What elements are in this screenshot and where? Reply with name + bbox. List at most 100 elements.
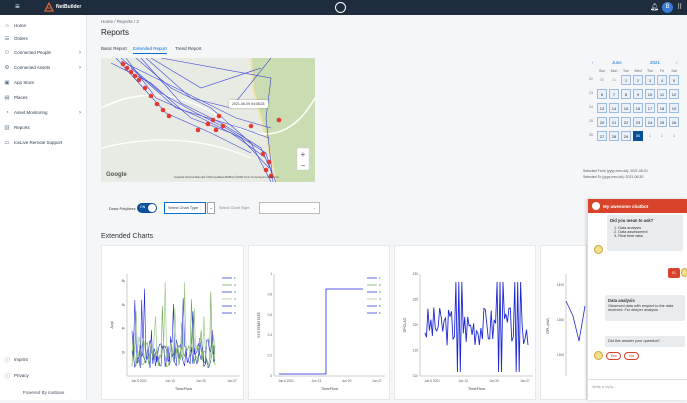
calendar-day[interactable]: 3 <box>669 131 679 141</box>
breadcrumb[interactable]: Home / Reports / 3 <box>101 19 139 24</box>
calendar-month[interactable]: June <box>612 60 622 65</box>
tab-trend-report[interactable]: Trend Report <box>175 46 201 51</box>
y-tick-label: 0.8 <box>268 292 273 296</box>
calendar-day[interactable]: 25 <box>657 117 667 127</box>
calendar-day[interactable]: 30 <box>597 75 607 85</box>
calendar-day[interactable]: 22 <box>621 117 631 127</box>
sidebar-item-connected-people[interactable]: ⚇ Connected People › <box>0 47 87 58</box>
zoom-in-button[interactable] <box>297 148 309 159</box>
sidebar-item-orders[interactable]: ☰ Orders <box>0 33 87 44</box>
calendar-day[interactable]: 17 <box>645 103 655 113</box>
calendar-day[interactable]: 28 <box>609 131 619 141</box>
selected-from: Selected From (yyyy-mm-dd): 2021-06-01 <box>583 169 648 173</box>
draw-polylines-toggle[interactable]: ON <box>137 203 157 213</box>
calendar-day[interactable]: 9 <box>633 89 643 99</box>
calendar-day[interactable]: 16 <box>633 103 643 113</box>
tab-basic-report[interactable]: Basic Report <box>101 46 127 51</box>
footer-link-label: Privacy <box>14 373 29 378</box>
sidebar-item-app-store[interactable]: ▣ App Store <box>0 77 87 88</box>
chatbot-no-button[interactable]: No <box>624 352 639 360</box>
apps-grid-icon[interactable]: ⠿ <box>677 3 682 11</box>
chatbot-answer-bubble: Data analysis Observed data with respect… <box>605 295 685 321</box>
monitoring-icon: ◔ <box>5 109 9 116</box>
calendar-day[interactable]: 13 <box>597 103 607 113</box>
draw-polylines-label: Draw Polylines <box>109 206 136 211</box>
tab-extended-report[interactable]: Extended Report <box>133 46 167 54</box>
calendar-day[interactable]: 26 <box>669 117 679 127</box>
calendar-day[interactable]: 15 <box>621 103 631 113</box>
sidebar-item-label: App Store <box>14 80 35 85</box>
chevron-down-icon: ⌄ <box>312 205 316 210</box>
calendar-day[interactable]: 19 <box>669 103 679 113</box>
chart-style-label: Select Chart Style: <box>219 206 251 210</box>
calendar-day[interactable]: 24 <box>645 117 655 127</box>
sidebar-item-connected-assets[interactable]: ⚙ Connected Assets › <box>0 62 87 73</box>
y-tick-label: 0.4 <box>268 333 273 337</box>
week-number: 26 <box>589 133 593 137</box>
calendar-prev-icon[interactable]: ‹ <box>592 60 594 65</box>
chart-style-select[interactable]: ⌄ <box>259 202 320 214</box>
calendar-day[interactable]: 14 <box>609 103 619 113</box>
calendar-day[interactable]: 1 <box>621 75 631 85</box>
user-avatar[interactable]: B <box>662 2 673 13</box>
week-number: 23 <box>589 91 593 95</box>
calendar-day[interactable]: 30 <box>633 131 643 141</box>
y-tick-label: 0 <box>270 374 272 378</box>
calendar-day[interactable]: 4 <box>657 75 667 85</box>
x-axis-title: TimeFlow <box>321 386 338 391</box>
calendar-next-icon[interactable]: › <box>676 60 678 65</box>
sidebar-item-reports[interactable]: ▥ Reports <box>0 122 87 133</box>
reports-icon: ▥ <box>4 124 10 131</box>
chart-avgi: 2k 4k 6k 8k Jun 6 2021 Jun 13 Jun 20 Jun 27 Time… <box>110 274 240 391</box>
calendar-day[interactable]: 23 <box>633 117 643 127</box>
chart-gpl: 1300 1350 1400 GPL (kW) <box>546 274 586 376</box>
calendar-day[interactable]: 27 <box>597 131 607 141</box>
calendar-day[interactable]: 3 <box>645 75 655 85</box>
calendar-day[interactable]: 2 <box>633 75 643 85</box>
sidebar-item-asset-monitoring[interactable]: ◔ Asset Monitoring › <box>0 107 87 118</box>
legend-entry: 6 <box>379 311 381 315</box>
x-tick-label: Jun 6 2021 <box>278 379 294 383</box>
weekday-label: Fri <box>659 69 665 73</box>
date-range-calendar[interactable]: ‹ June 2021 › Sun Mon Tue Wed Thu Fri Sat 22 30… <box>586 58 684 158</box>
calendar-day[interactable]: 7 <box>609 89 619 99</box>
home-icon: ⌂ <box>5 22 9 29</box>
calendar-day[interactable]: 8 <box>621 89 631 99</box>
chatbot-input[interactable]: Write a reply... <box>588 379 687 400</box>
route-map[interactable]: + − Keyboard shortcuts Map data ©2021 Ge… <box>101 58 315 182</box>
calendar-day[interactable]: 11 <box>657 89 667 99</box>
map-canvas[interactable]: + − <box>101 58 315 182</box>
support-icon: ▭ <box>4 139 10 146</box>
calendar-day[interactable]: 5 <box>669 75 679 85</box>
calendar-day[interactable]: 10 <box>645 89 655 99</box>
y-tick-label: 0.2 <box>268 354 273 358</box>
calendar-day[interactable]: 29 <box>621 131 631 141</box>
chatbot-option[interactable]: 3. Real time data <box>610 234 680 238</box>
sidebar-item-places[interactable]: ▤ Places <box>0 92 87 103</box>
chatbot-yes-button[interactable]: Yes <box>606 352 621 360</box>
chart-type-dropdown-icon[interactable]: ⌄ <box>207 202 215 214</box>
zoom-out-button[interactable] <box>297 159 309 170</box>
calendar-day[interactable]: 20 <box>597 117 607 127</box>
chatbot-header: My awesome chatbot <box>588 199 687 213</box>
assets-icon: ⚙ <box>4 64 10 71</box>
y-tick-label: 220 <box>413 323 419 327</box>
calendar-day[interactable]: 18 <box>657 103 667 113</box>
week-number: 25 <box>589 119 593 123</box>
calendar-day[interactable]: 12 <box>669 89 679 99</box>
calendar-year[interactable]: 2021 <box>650 60 660 65</box>
calendar-day[interactable]: 21 <box>609 117 619 127</box>
hamburger-menu-icon[interactable]: ≡ <box>15 3 20 11</box>
footer-link-imprint[interactable]: ⓘ Imprint <box>0 354 87 365</box>
sidebar-item-ioxlive-remote-support[interactable]: ▭ IoxLive Remote Support <box>0 137 87 148</box>
toggle-state: ON <box>140 205 146 209</box>
sidebar-item-home[interactable]: ⌂ Home <box>0 20 87 31</box>
calendar-day[interactable]: 6 <box>597 89 607 99</box>
footer-link-privacy[interactable]: ⓘ Privacy <box>0 370 87 381</box>
notification-bell-icon[interactable]: 🔔︎ <box>650 3 659 11</box>
calendar-day[interactable]: 2 <box>657 131 667 141</box>
chart-type-select[interactable]: Select Chart Type <box>164 202 206 214</box>
calendar-day[interactable]: 31 <box>609 75 619 85</box>
calendar-day[interactable]: 1 <box>645 131 655 141</box>
product-home-icon[interactable] <box>335 2 346 13</box>
